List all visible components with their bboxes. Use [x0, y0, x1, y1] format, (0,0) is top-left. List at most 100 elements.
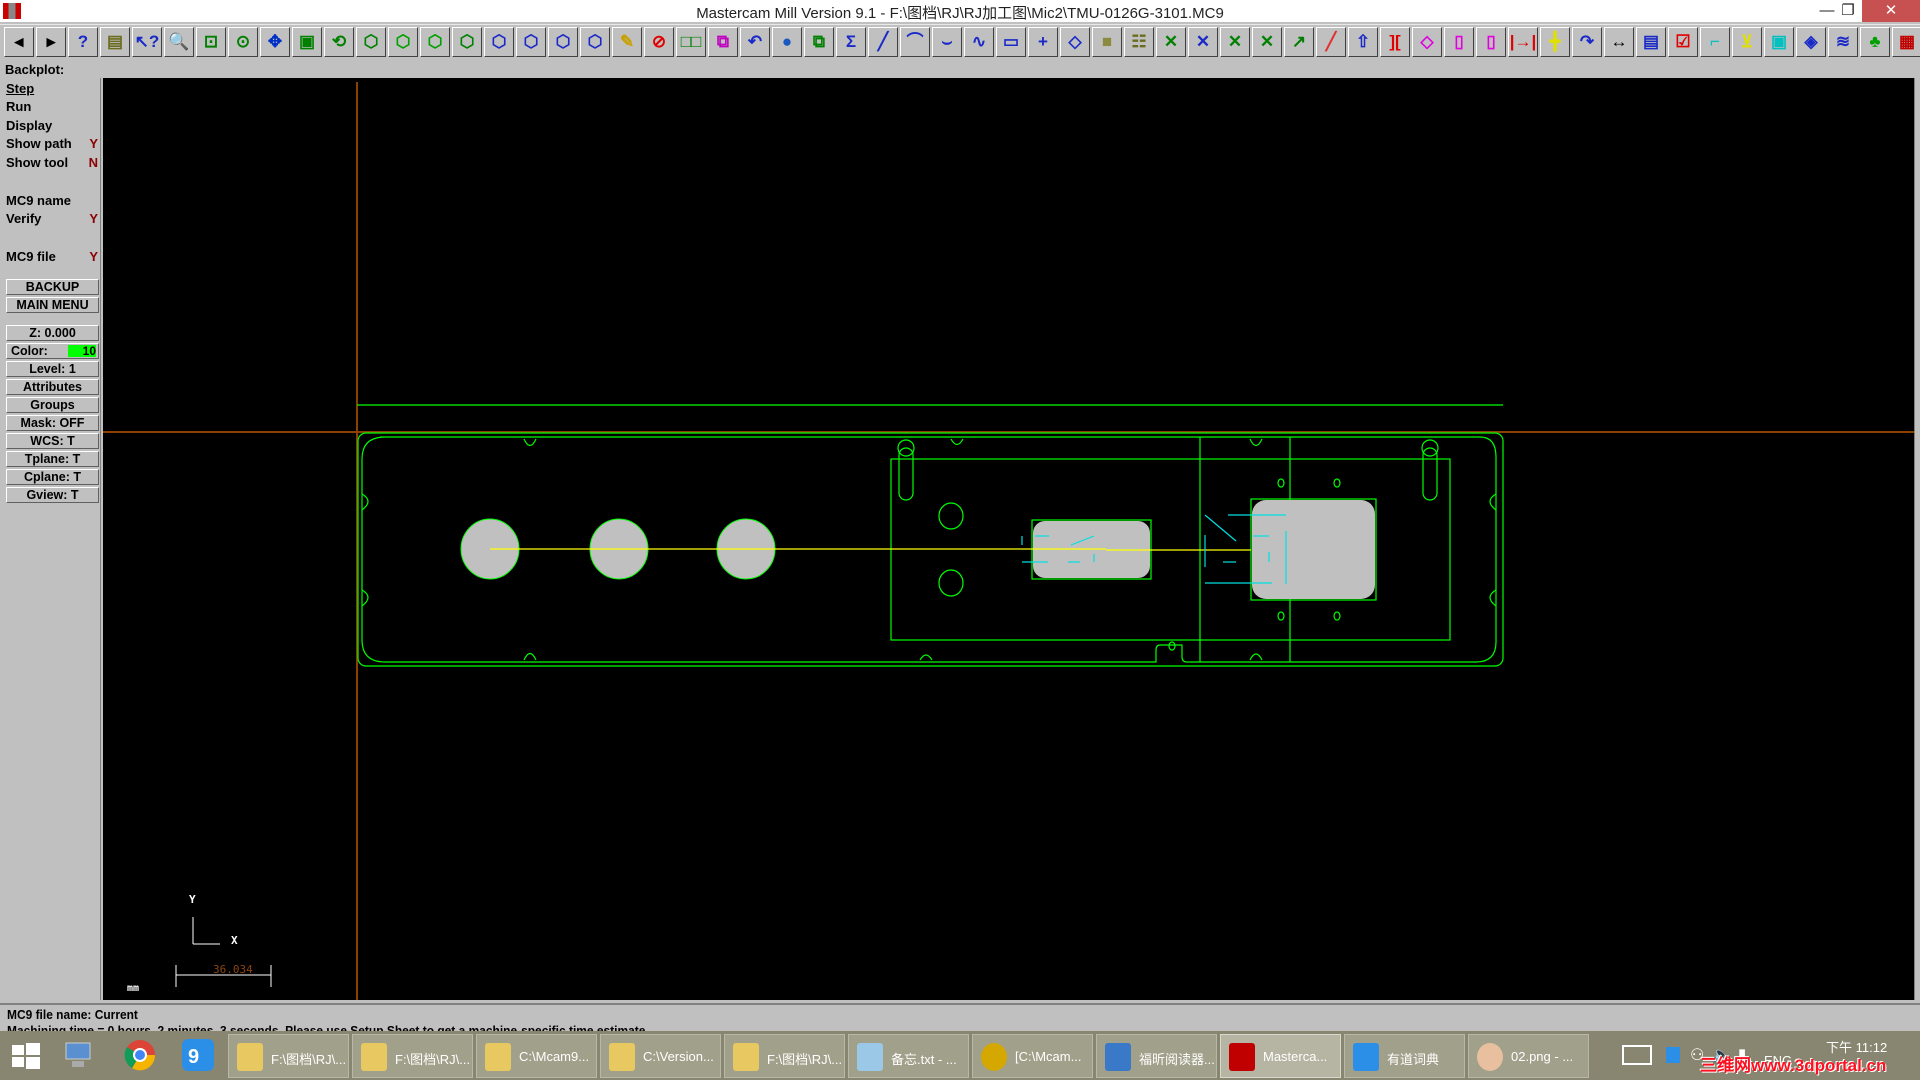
toolbar-button-translate[interactable]: □□: [676, 27, 706, 57]
menu-verify[interactable]: Verify Y: [6, 211, 98, 226]
toolbar-button-forward[interactable]: ▸: [36, 27, 66, 57]
chrome-icon[interactable]: [122, 1037, 158, 1073]
toolbar-button-rotate-view[interactable]: ⟲: [324, 27, 354, 57]
taskbar-item[interactable]: F:\图档\RJ\...: [228, 1034, 349, 1078]
toolbar-button-view-front[interactable]: ⬡: [388, 27, 418, 57]
toolbar-button-tool[interactable]: ♣: [1860, 27, 1890, 57]
menu-mc9-file[interactable]: MC9 file Y: [6, 249, 98, 264]
menu-show-tool[interactable]: Show tool N: [6, 155, 98, 170]
toolbar-button-file-cabinet[interactable]: ▤: [100, 27, 130, 57]
taskbar-item[interactable]: C:\Version...: [600, 1034, 721, 1078]
mask-button[interactable]: Mask: OFF: [6, 415, 99, 431]
cplane-button[interactable]: Cplane: T: [6, 469, 99, 485]
toolbar-button-xyz[interactable]: ↷: [1572, 27, 1602, 57]
toolbar-button-point[interactable]: +: [1028, 27, 1058, 57]
gview-button[interactable]: Gview: T: [6, 487, 99, 503]
toolbar-button-cplane-front[interactable]: ⬡: [516, 27, 546, 57]
toolbar-button-break-at-point[interactable]: ╱: [1316, 27, 1346, 57]
toolbar-button-translate-xform[interactable]: ▯: [1476, 27, 1506, 57]
toolbar-button-project[interactable]: ⇧: [1348, 27, 1378, 57]
toolbar-button-zoom-half[interactable]: ⊙: [228, 27, 258, 57]
taskbar-item[interactable]: 02.png - ...: [1468, 1034, 1589, 1078]
toolbar-button-pocket[interactable]: ▣: [1764, 27, 1794, 57]
toolbar-button-extend[interactable]: ↗: [1284, 27, 1314, 57]
toolbar-button-measure[interactable]: ↔: [1604, 27, 1634, 57]
toolbar-button-fit[interactable]: ▣: [292, 27, 322, 57]
toolbar-button-mirror[interactable]: ][: [1380, 27, 1410, 57]
toolbar-button-scale-xform[interactable]: ▯: [1444, 27, 1474, 57]
taskbar-item[interactable]: F:\图档\RJ\...: [724, 1034, 845, 1078]
menu-display[interactable]: Display: [6, 118, 98, 133]
main-menu-button[interactable]: MAIN MENU: [6, 297, 99, 313]
youdao-tray-icon[interactable]: [1666, 1047, 1680, 1063]
taskbar-item[interactable]: 备忘.txt - ...: [848, 1034, 969, 1078]
toolbar-button-rotate[interactable]: ◇: [1412, 27, 1442, 57]
attributes-button[interactable]: Attributes: [6, 379, 99, 395]
toolbar-button-contour[interactable]: ⌐: [1700, 27, 1730, 57]
close-button[interactable]: ✕: [1862, 0, 1920, 22]
toolbar-button-view-top[interactable]: ⬡: [356, 27, 386, 57]
toolbar-button-drill[interactable]: ⊻: [1732, 27, 1762, 57]
graphics-viewport[interactable]: Y X 36.034 mm: [103, 78, 1914, 1000]
toolbar-button-rectangle[interactable]: ▭: [996, 27, 1026, 57]
toolbar-button-trim[interactable]: ✕: [1156, 27, 1186, 57]
toolbar-button-break[interactable]: ✕: [1220, 27, 1250, 57]
restore-button[interactable]: ❐: [1836, 0, 1860, 22]
toolbar-button-scale[interactable]: ⧉: [804, 27, 834, 57]
menu-step[interactable]: Step: [6, 81, 98, 96]
taskbar-item[interactable]: [C:\Mcam...: [972, 1034, 1093, 1078]
taskbar-item[interactable]: C:\Mcam9...: [476, 1034, 597, 1078]
menu-show-path[interactable]: Show path Y: [6, 136, 98, 151]
toolbar-button-pan[interactable]: ✥: [260, 27, 290, 57]
toolbar-button-pencil[interactable]: ✎: [612, 27, 642, 57]
toolbar-button-undo[interactable]: ↶: [740, 27, 770, 57]
keyboard-icon[interactable]: [1622, 1045, 1652, 1065]
start-button[interactable]: [8, 1037, 44, 1073]
toolbar-button-copy[interactable]: ⧉: [708, 27, 738, 57]
toolbar-button-cplane-side[interactable]: ⬡: [548, 27, 578, 57]
toolbar-button-analyze[interactable]: ↖?: [132, 27, 162, 57]
menu-run[interactable]: Run: [6, 99, 98, 114]
youdao-pinned-icon[interactable]: 9: [180, 1037, 216, 1073]
toolbar-button-back[interactable]: ◂: [4, 27, 34, 57]
taskbar-item[interactable]: Masterca...: [1220, 1034, 1341, 1078]
taskbar-item[interactable]: F:\图档\RJ\...: [352, 1034, 473, 1078]
wcs-button[interactable]: WCS: T: [6, 433, 99, 449]
color-button[interactable]: Color: 10: [6, 343, 99, 359]
taskbar-item[interactable]: 有道词典: [1344, 1034, 1465, 1078]
toolbar-button-checklist[interactable]: ☑: [1668, 27, 1698, 57]
toolbar-button-shade[interactable]: ●: [772, 27, 802, 57]
toolbar-button-surface-finish[interactable]: ≋: [1828, 27, 1858, 57]
toolbar-button-spline[interactable]: ∿: [964, 27, 994, 57]
toolbar-button-help[interactable]: ?: [68, 27, 98, 57]
toolbar-button-sum[interactable]: Σ: [836, 27, 866, 57]
toolbar-button-surface[interactable]: ◇: [1060, 27, 1090, 57]
toolbar-button-operations-manager[interactable]: ☷: [1124, 27, 1154, 57]
toolbar-button-view-side[interactable]: ⬡: [420, 27, 450, 57]
groups-button[interactable]: Groups: [6, 397, 99, 413]
toolbar-button-cplane-3d[interactable]: ⬡: [580, 27, 610, 57]
toolbar-button-trim2[interactable]: ✕: [1188, 27, 1218, 57]
toolbar-button-view-iso[interactable]: ⬡: [452, 27, 482, 57]
toolbar-button-zoom[interactable]: ⊡: [196, 27, 226, 57]
toolbar-button-dimension[interactable]: ╋: [1540, 27, 1570, 57]
menu-mc9-name[interactable]: MC9 name: [6, 193, 98, 208]
level-button[interactable]: Level: 1: [6, 361, 99, 377]
toolbar-button-offset[interactable]: |→|: [1508, 27, 1538, 57]
toolbar-button-zoom-window[interactable]: 🔍: [164, 27, 194, 57]
toolbar-button-wall[interactable]: ▦: [1892, 27, 1920, 57]
toolbar-button-divide[interactable]: ✕: [1252, 27, 1282, 57]
toolbar-button-fillet[interactable]: ⌣: [932, 27, 962, 57]
taskbar-item[interactable]: 福昕阅读器...: [1096, 1034, 1217, 1078]
toolbar-button-surface-rough[interactable]: ◈: [1796, 27, 1826, 57]
backup-button[interactable]: BACKUP: [6, 279, 99, 295]
toolbar-button-cplane-top[interactable]: ⬡: [484, 27, 514, 57]
z-depth-button[interactable]: Z: 0.000: [6, 325, 99, 341]
toolbar-button-no-pencil[interactable]: ⊘: [644, 27, 674, 57]
tplane-button[interactable]: Tplane: T: [6, 451, 99, 467]
toolbar-button-setup-sheet[interactable]: ▤: [1636, 27, 1666, 57]
toolbar-button-arc[interactable]: ⌒: [900, 27, 930, 57]
toolbar-button-solid[interactable]: ■: [1092, 27, 1122, 57]
remote-desktop-icon[interactable]: [60, 1037, 96, 1073]
toolbar-button-line[interactable]: ╱: [868, 27, 898, 57]
